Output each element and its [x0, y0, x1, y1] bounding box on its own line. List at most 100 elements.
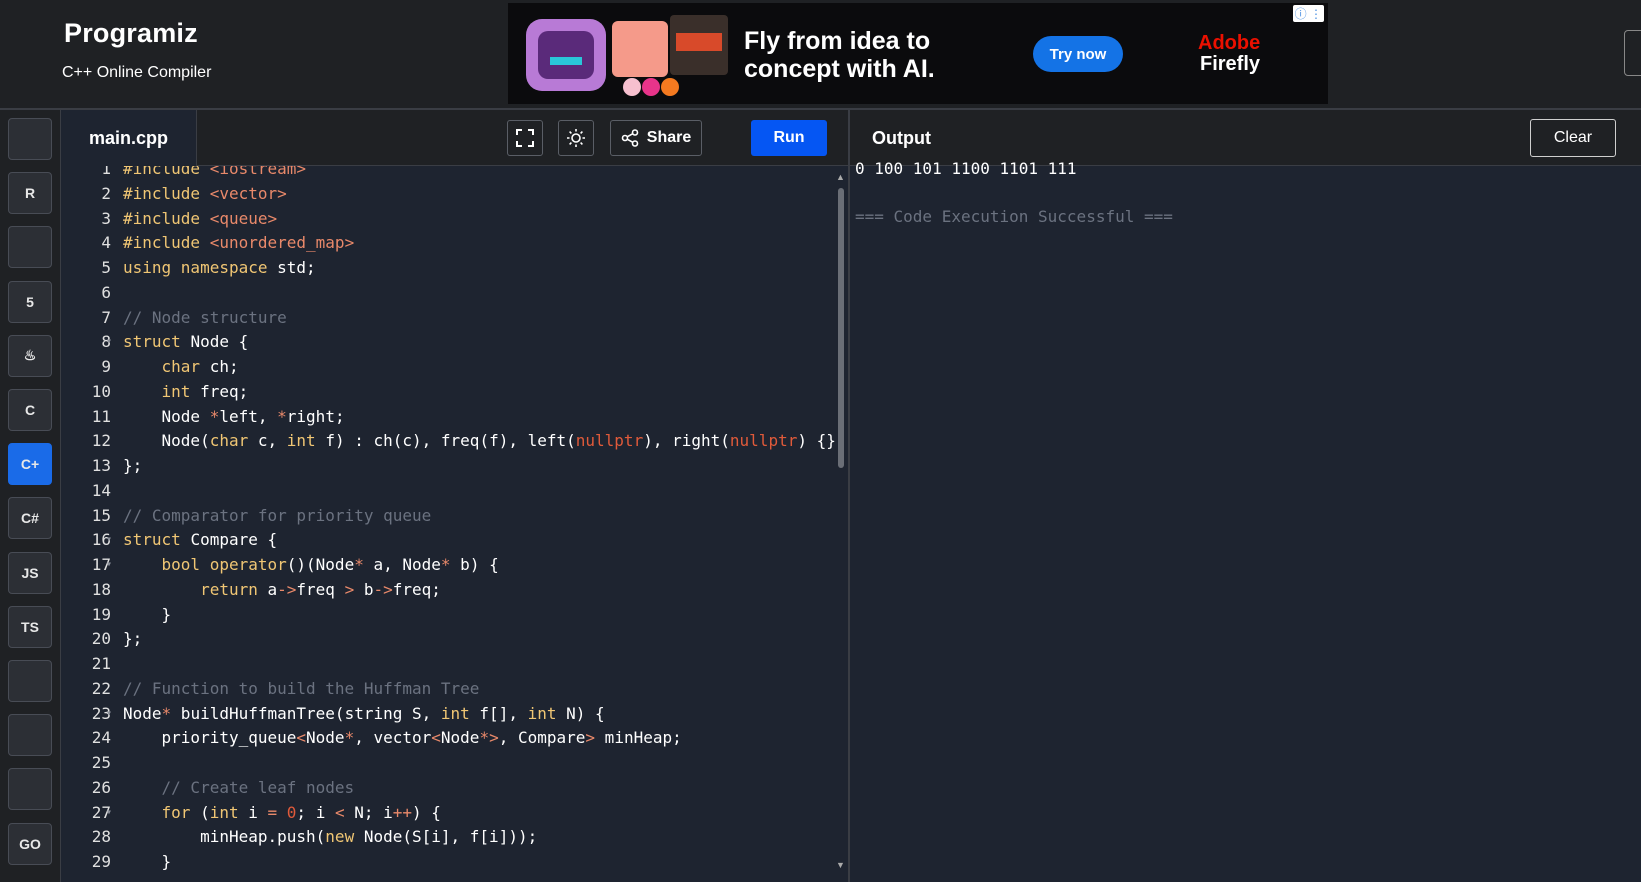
fullscreen-button[interactable] — [507, 120, 543, 156]
code-token: minHeap.push( — [123, 827, 326, 847]
code-token: using namespace — [123, 258, 278, 277]
code-line: 14 — [61, 479, 848, 504]
code-token: * — [209, 406, 220, 426]
line-number: 10 — [91, 381, 111, 401]
ad-try-now-button[interactable]: Try now — [1033, 36, 1123, 72]
header-right-control[interactable] — [1624, 30, 1641, 76]
sidebar-lang-rust-icon[interactable] — [8, 768, 52, 811]
code-line: 20}; — [61, 627, 848, 652]
line-number: 24 — [91, 728, 111, 748]
code-text: bool operator()(Node* a, Node* b) { — [123, 553, 499, 578]
line-number: 28 — [91, 827, 111, 847]
code-token: struct — [123, 332, 191, 352]
code-token: right; — [286, 406, 345, 426]
code-line: 5 using namespace std; — [61, 256, 848, 281]
code-token: ()(Node — [286, 555, 355, 574]
sidebar-lang-python-icon[interactable] — [8, 118, 52, 160]
code-text: } — [123, 603, 172, 628]
ad-banner[interactable]: Fly from idea to concept with AI. Try no… — [508, 3, 1328, 104]
code-token: *> — [479, 728, 499, 748]
programiz-logo[interactable]: Programiz — [64, 18, 198, 49]
code-token: char — [209, 431, 258, 451]
output-result-line: 0 100 101 1100 1101 111 — [855, 159, 1077, 178]
code-text: for (int i = 0; i < N; i++) { — [123, 801, 441, 826]
sidebar-lang-r-icon[interactable]: R — [8, 172, 52, 215]
code-token: nullptr — [575, 431, 644, 451]
code-token: for — [161, 802, 201, 822]
code-token: * — [344, 728, 355, 748]
sidebar-lang-java-icon[interactable]: ♨ — [8, 334, 52, 377]
sidebar-lang-js-icon[interactable]: JS — [8, 551, 52, 594]
line-number: 22 — [91, 678, 111, 698]
code-token: freq; — [200, 381, 249, 401]
sidebar-lang-html-icon[interactable]: 5 — [8, 280, 52, 323]
code-token: int — [527, 703, 567, 723]
sidebar-lang-cpp-icon[interactable]: C+ — [8, 443, 52, 486]
clear-button[interactable]: Clear — [1530, 119, 1616, 157]
ad-artwork-image — [526, 15, 728, 96]
code-text: // Function to build the Huffman Tree — [123, 677, 479, 702]
ad-headline: Fly from idea to concept with AI. — [744, 27, 935, 83]
line-number: 11 — [91, 406, 111, 426]
code-token: * — [161, 703, 172, 723]
code-text: }; — [123, 454, 142, 479]
code-token: * — [440, 555, 451, 574]
fold-arrow-icon[interactable]: ▾ — [106, 330, 112, 355]
code-text: Node *left, *right; — [123, 405, 345, 430]
language-sidebar: R 5 ♨ C C+ C# JS TS GO — [0, 110, 61, 882]
editor-scrollbar[interactable]: ▲ ▼ — [836, 166, 846, 882]
code-token: a, Node — [363, 555, 441, 574]
sidebar-lang-scala-icon[interactable] — [8, 660, 52, 702]
scroll-up-arrow-icon[interactable]: ▲ — [836, 172, 845, 182]
code-token: } — [123, 604, 172, 624]
sidebar-lang-csharp-icon[interactable]: C# — [8, 497, 52, 540]
sidebar-lang-swift-icon[interactable] — [8, 714, 52, 757]
line-number: 4 — [101, 233, 111, 253]
scroll-thumb[interactable] — [838, 188, 844, 468]
code-text: priority_queue<Node*, vector<Node*>, Com… — [123, 726, 682, 751]
sidebar-lang-go-icon[interactable]: GO — [8, 822, 52, 865]
code-token: freq — [296, 579, 345, 599]
fold-arrow-icon[interactable]: ▾ — [106, 553, 112, 578]
code-token: }; — [123, 629, 143, 649]
code-token: Node — [440, 728, 480, 748]
code-token: minHeap; — [595, 728, 682, 748]
code-editor[interactable]: 1 #include <iostream> 2 #include <vector> 3 #… — [61, 166, 848, 882]
code-text: char ch; — [123, 355, 239, 380]
code-line: 9 char ch; — [61, 355, 848, 380]
share-button[interactable]: Share — [610, 120, 702, 156]
code-token: bool — [161, 555, 210, 574]
code-text: #include <unordered_map> — [123, 231, 354, 256]
line-number: 21 — [91, 654, 111, 673]
fold-arrow-icon[interactable]: ▾ — [106, 702, 112, 727]
run-button[interactable]: Run — [751, 120, 827, 156]
ad-info-icon[interactable]: ⓘ ⋮ — [1292, 5, 1324, 22]
scroll-down-arrow-icon[interactable]: ▼ — [836, 860, 845, 870]
fold-arrow-icon[interactable]: ▾ — [106, 801, 112, 826]
sidebar-lang-sql-icon[interactable] — [8, 226, 52, 269]
code-token: a — [267, 579, 278, 599]
sidebar-lang-ts-icon[interactable]: TS — [8, 605, 52, 648]
line-number: 12 — [91, 431, 111, 451]
code-token: N; i — [344, 802, 393, 822]
code-token: b) { — [450, 555, 499, 574]
code-line: 3 #include <queue> — [61, 207, 848, 232]
code-token: Node { — [190, 332, 249, 352]
code-token: f) : ch(c), freq(f), left( — [325, 431, 576, 451]
file-tab-main-cpp[interactable]: main.cpp — [61, 110, 197, 166]
code-token: // Comparator for priority queue — [123, 505, 432, 525]
code-line: 11 Node *left, *right; — [61, 405, 848, 430]
code-line: 18 return a->freq > b->freq; — [61, 578, 848, 603]
code-text: #include <vector> — [123, 182, 287, 207]
line-number: 2 — [101, 183, 111, 203]
code-token: = — [267, 802, 278, 822]
fold-arrow-icon[interactable]: ▾ — [106, 528, 112, 553]
code-token: int — [286, 431, 326, 451]
line-number: 3 — [101, 208, 111, 228]
code-token: int — [209, 802, 249, 822]
sidebar-lang-c-icon[interactable]: C — [8, 389, 52, 431]
theme-toggle-button[interactable] — [558, 120, 594, 156]
editor-toolbar: main.cpp Share Run — [61, 110, 848, 166]
